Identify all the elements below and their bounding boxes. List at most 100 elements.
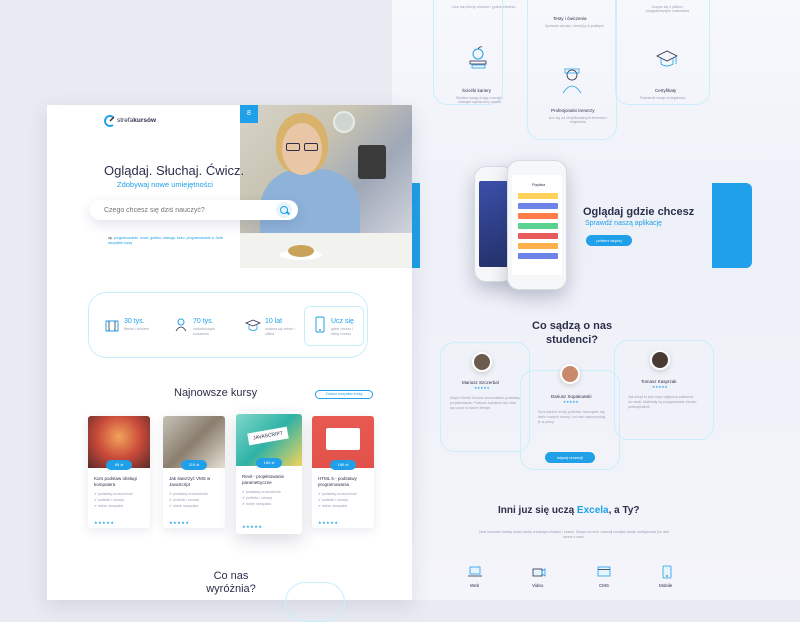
course-card[interactable]: 65 zł Kurs podstaw obsługi komputera ✔ p… (88, 416, 150, 528)
logo-text-light: strefa (117, 117, 134, 124)
course-rating: ★★★★★ (94, 520, 115, 525)
feature-desc: Potwierdź swoje umiejętności (640, 96, 686, 100)
search-icon[interactable] (276, 202, 292, 218)
feature-title: Certyfikaty (655, 88, 677, 93)
courses-heading: Najnowsze kursy (174, 387, 258, 399)
course-title: Kurs podstaw obsługi komputera (94, 476, 137, 487)
hero-title: Oglądaj. Słuchaj. Ćwicz. (104, 163, 245, 178)
testimonial-stars: ★★★★★ (652, 385, 668, 389)
course-feature-text: dobre narzędzia (245, 502, 272, 506)
course-card[interactable]: 119 zł Jak stworzyć VMS w JavaScript ✔ p… (163, 416, 225, 528)
category-cms[interactable]: CMS (599, 583, 609, 588)
hero-badge[interactable]: 8 (240, 105, 258, 123)
course-feature-text: podstawy zrozumienia (172, 492, 208, 496)
download-app-button[interactable]: pobierz więcej (586, 235, 632, 246)
course-feature-text: portfolio i umowy (245, 496, 273, 500)
course-feature-text: dobre narzędzia (97, 504, 124, 508)
course-feature-text: podstawy zrozumienia (245, 490, 281, 494)
accent-block (412, 183, 420, 268)
browser-icon (597, 566, 611, 577)
course-title: Jak stworzyć VMS w JavaScript (169, 476, 211, 487)
course-feature: ✔ dobre narzędzia (242, 502, 272, 506)
photo-glasses (286, 143, 300, 151)
category-web[interactable]: Web (470, 583, 479, 588)
others-heading-prefix: Inni juz się uczą (498, 505, 577, 516)
course-feature: ✔ dobre narzędzia (318, 504, 348, 508)
hero-subtitle: Zdobywaj nowe umiejętności (117, 180, 213, 189)
more-reviews-button[interactable]: więcej recenzji (545, 452, 595, 463)
search-bar[interactable] (90, 200, 298, 220)
course-feature: ✔ podstawy zrozumienia (94, 492, 133, 496)
course-feature: ✔ portfolio i umowy (94, 498, 125, 502)
course-feature: ✔ dobre narzędzia (94, 504, 124, 508)
avatar (650, 350, 670, 370)
course-title: HTML 5 - podstawy programowania (318, 476, 357, 487)
logo[interactable]: strefakursów (117, 117, 156, 124)
tags-links[interactable]: programowanie, excel, grafika, obsługa, … (114, 236, 223, 240)
course-feature: ✔ podstawy zrozumienia (318, 492, 357, 496)
graduation-cap-icon (656, 50, 678, 67)
phone-mockup-front: Playlista (507, 160, 567, 290)
film-icon (105, 320, 119, 332)
course-rating: ★★★★★ (318, 520, 339, 525)
javascript-sticker: JAVASCRIPT (247, 426, 289, 446)
apple-books-icon (469, 46, 487, 69)
stat-value: Ucz się (331, 318, 354, 325)
testimonial-stars: ★★★★★ (563, 400, 579, 404)
course-price: 169 zł (256, 458, 282, 468)
laptop-icon (468, 566, 482, 577)
category-mobile[interactable]: Mobile (659, 583, 672, 588)
course-feature: ✔ podstawy zrozumienia (242, 490, 281, 494)
avatar (472, 352, 492, 372)
course-feature: ✔ dobre narzędzia (169, 504, 199, 508)
course-feature-text: dobre narzędzia (321, 504, 348, 508)
app-title: Oglądaj gdzie chcesz (583, 206, 695, 218)
course-price: 189 zł (330, 460, 356, 470)
course-title: Revit - projektowanie parametryczne (242, 474, 285, 485)
graduation-cap-icon (245, 319, 261, 331)
course-feature: ✔ podstawy zrozumienia (169, 492, 208, 496)
all-courses-button[interactable]: Zobacz wszystkie kursy (315, 390, 373, 399)
testimonial-text: Kurs bardzo mi się podobał, nauczyłem si… (538, 410, 606, 424)
course-feature: ✔ portfolio i umowy (242, 496, 273, 500)
testimonial-text: Jak dotąd to jest moja najlepsza platfor… (628, 395, 697, 409)
stat-label: uczenia się online i offline (265, 327, 295, 336)
course-card[interactable]: JAVASCRIPT 169 zł Revit - projektowanie … (236, 414, 302, 534)
testimonial-stars: ★★★★★ (474, 386, 490, 390)
app-subtitle: Sprawdź naszą aplikację (585, 220, 663, 227)
course-feature-text: portfolio i umowy (97, 498, 125, 502)
testimonial-name: Tomasz Kasprzak (641, 379, 677, 384)
hero-photo (240, 105, 412, 268)
search-input[interactable] (104, 204, 272, 216)
trainer-icon (562, 68, 582, 94)
feature-title: Profesjonalni trenerzy (551, 108, 595, 113)
course-rating: ★★★★★ (169, 520, 190, 525)
feature-title: Ścieżki kariery (462, 88, 492, 93)
feature-desc: Ucz się od certyfikowanych trenerów i ek… (548, 116, 608, 124)
feature-desc: Wybierz swoją drogę rozwoju i zdobądź wy… (455, 96, 504, 104)
tags-more-link[interactable]: wszystkie kursy (108, 241, 132, 245)
feature-title: Testy i ćwiczenia (553, 16, 587, 21)
photo-coffee-machine (358, 145, 386, 179)
course-feature: ✔ portfolio i umowy (169, 498, 200, 502)
quality-seal (333, 111, 355, 133)
why-frame (285, 582, 345, 622)
testimonial-name: Mariusz Szczerbal (462, 380, 499, 385)
course-card[interactable]: 189 zł HTML 5 - podstawy programowania ✔… (312, 416, 374, 528)
feature-desc: Ucz się kiedy chcesz i gdzie chcesz (452, 4, 516, 9)
accent-block (712, 183, 752, 268)
logo-text-bold: kursów (133, 117, 157, 124)
others-paragraph: Nasi kursanci chwalą sobie naukę w każdy… (479, 530, 669, 539)
photo-sandwich (288, 245, 314, 257)
tags-label: np. (108, 236, 113, 240)
course-feature: ✔ portfolio i umowy (318, 498, 349, 502)
others-heading-highlight: Excela (576, 505, 609, 516)
course-price: 119 zł (181, 460, 207, 470)
mobile-icon (662, 565, 672, 579)
stat-label: zadowolonych kursantów (193, 327, 216, 336)
why-heading-line2: wyróżnia? (206, 583, 256, 595)
camera-icon (532, 568, 546, 577)
stat-value: 10 lat (265, 318, 283, 325)
testimonials-heading-line2: studenci? (546, 334, 598, 346)
category-video[interactable]: Video (532, 583, 543, 588)
